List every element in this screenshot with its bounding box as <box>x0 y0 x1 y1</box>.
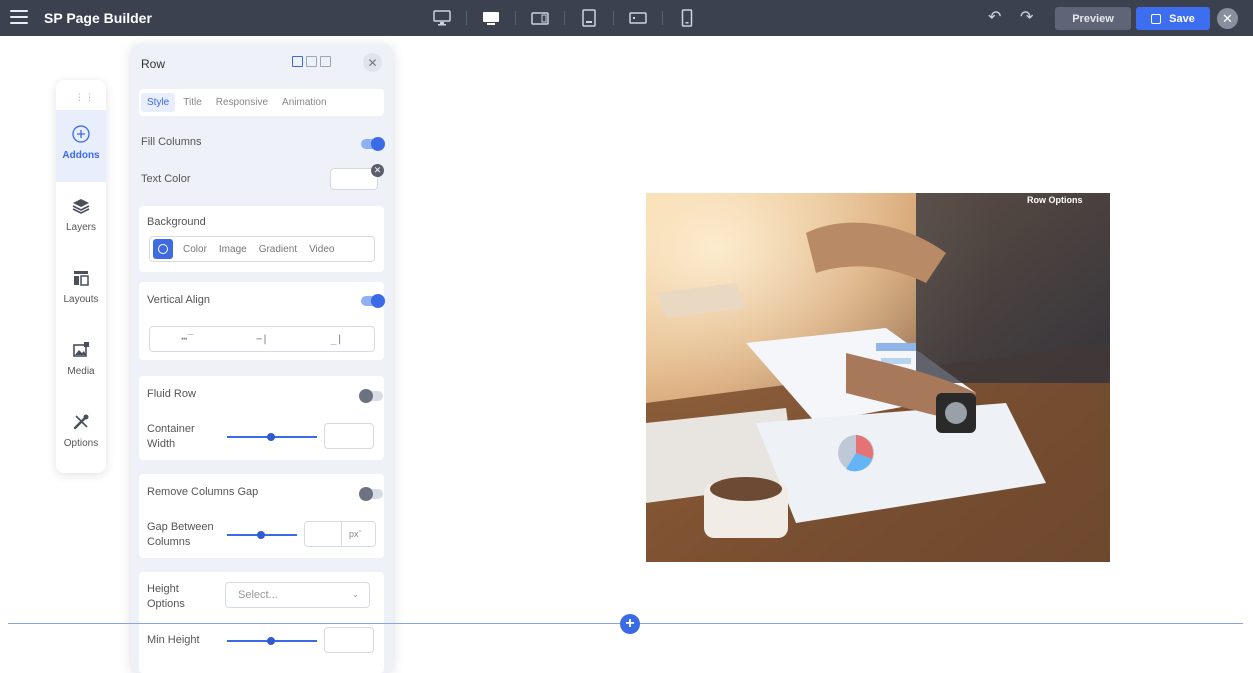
fill-columns-label: Fill Columns <box>141 136 202 148</box>
tab-responsive[interactable]: Responsive <box>210 93 274 112</box>
sidebar-item-label: Media <box>67 366 95 377</box>
row-options-panel: Row ✕ Style Title Responsive Animation F… <box>131 44 393 673</box>
background-color-option[interactable]: Color <box>177 244 213 255</box>
fluid-row-card: Fluid Row Container Width <box>139 376 384 460</box>
layout-icon <box>74 271 89 286</box>
save-icon <box>1151 13 1162 24</box>
sidebar-item-label: Layouts <box>63 294 99 305</box>
fluid-row-label: Fluid Row <box>147 388 196 400</box>
background-video-option[interactable]: Video <box>303 244 340 255</box>
background-none-button[interactable] <box>153 239 173 259</box>
menu-icon[interactable] <box>10 10 28 26</box>
container-width-input[interactable] <box>324 423 374 449</box>
row-options-label[interactable]: Row Options <box>1027 195 1083 205</box>
background-image-option[interactable]: Image <box>213 244 253 255</box>
chevron-down-icon: ⌄ <box>351 589 359 599</box>
fluid-row-toggle[interactable] <box>359 389 383 403</box>
detach-panel-icon[interactable] <box>292 56 303 67</box>
background-gradient-option[interactable]: Gradient <box>253 244 303 255</box>
clear-color-icon[interactable]: ✕ <box>371 164 384 177</box>
container-width-label: Container Width <box>147 423 195 450</box>
device-switcher <box>432 8 711 28</box>
preview-button[interactable]: Preview <box>1055 7 1131 30</box>
media-icon <box>73 342 89 357</box>
plus-circle-icon <box>72 125 90 143</box>
close-panel-button[interactable]: ✕ <box>363 53 382 72</box>
background-card: Background Color Image Gradient Video <box>139 206 384 272</box>
background-label: Background <box>147 216 206 228</box>
columns-gap-card: Remove Columns Gap Gap Between Columns p… <box>139 474 384 558</box>
mobile-icon[interactable] <box>677 8 697 28</box>
sidebar-item-options[interactable]: Options <box>56 398 106 470</box>
save-button-label: Save <box>1169 12 1195 25</box>
app-title: SP Page Builder <box>44 10 152 26</box>
sidebar-item-label: Options <box>63 438 99 449</box>
drag-handle-icon[interactable]: ⋮⋮ <box>75 92 95 103</box>
tab-animation[interactable]: Animation <box>276 93 332 112</box>
add-row-button[interactable]: + <box>620 614 640 634</box>
close-builder-button[interactable]: ✕ <box>1217 8 1238 29</box>
min-height-slider[interactable] <box>227 637 317 645</box>
top-toolbar: SP Page Builder ↶ ↷ Preview Save ✕ <box>0 0 1253 36</box>
tools-icon <box>73 414 89 430</box>
vertical-align-label: Vertical Align <box>147 294 210 306</box>
height-options-label: Height Options <box>147 583 185 610</box>
gap-between-columns-label: Gap Between Columns <box>147 521 214 548</box>
tablet-icon[interactable] <box>579 8 599 28</box>
min-height-input[interactable] <box>324 627 374 653</box>
gap-input[interactable]: pxˇ <box>304 521 376 547</box>
sidebar-item-label: Layers <box>65 222 96 233</box>
gap-slider[interactable] <box>227 531 297 539</box>
layers-icon <box>72 199 90 214</box>
container-width-slider[interactable] <box>227 433 317 441</box>
panel-view-controls <box>292 56 334 67</box>
vertical-align-card: Vertical Align ┅‾ −| _| <box>139 282 385 360</box>
vertical-align-selector: ┅‾ −| _| <box>149 326 375 352</box>
row-image[interactable] <box>646 193 1110 562</box>
vertical-align-toggle[interactable] <box>361 294 385 308</box>
align-middle-icon[interactable]: −| <box>256 334 268 345</box>
background-type-selector: Color Image Gradient Video <box>149 236 375 262</box>
dock-left-icon[interactable] <box>306 56 317 67</box>
sidebar-item-layouts[interactable]: Layouts <box>56 254 106 326</box>
left-sidebar: ⋮⋮ Addons Layers Layouts Media Options <box>56 80 106 473</box>
office-meeting-photo <box>646 193 1110 562</box>
sidebar-item-addons[interactable]: Addons <box>56 110 106 182</box>
height-options-select[interactable]: Select... ⌄ <box>225 582 370 608</box>
sidebar-item-layers[interactable]: Layers <box>56 182 106 254</box>
desktop-icon[interactable] <box>481 8 501 28</box>
desktop-large-icon[interactable] <box>432 8 452 28</box>
text-color-label: Text Color <box>141 173 191 185</box>
min-height-label: Min Height <box>147 634 200 646</box>
sidebar-item-label: Addons <box>62 150 100 161</box>
fill-columns-toggle[interactable] <box>361 137 385 151</box>
save-button[interactable]: Save <box>1136 7 1210 30</box>
align-bottom-icon[interactable]: _| <box>331 334 343 345</box>
tab-style[interactable]: Style <box>141 93 176 112</box>
align-top-icon[interactable]: ┅‾ <box>181 334 193 345</box>
redo-icon[interactable]: ↷ <box>1020 10 1033 26</box>
undo-icon[interactable]: ↶ <box>988 10 1001 26</box>
remove-columns-gap-toggle[interactable] <box>359 487 383 501</box>
dock-right-icon[interactable] <box>320 56 331 67</box>
tab-title[interactable]: Title <box>177 93 208 112</box>
panel-title: Row <box>141 57 166 71</box>
gap-unit-select[interactable]: pxˇ <box>349 529 362 539</box>
no-background-icon <box>158 244 168 254</box>
tablet-landscape-icon[interactable] <box>530 8 550 28</box>
sidebar-item-media[interactable]: Media <box>56 326 106 398</box>
panel-tabs: Style Title Responsive Animation <box>139 89 384 116</box>
mobile-landscape-icon[interactable] <box>628 8 648 28</box>
remove-columns-gap-label: Remove Columns Gap <box>147 486 259 498</box>
